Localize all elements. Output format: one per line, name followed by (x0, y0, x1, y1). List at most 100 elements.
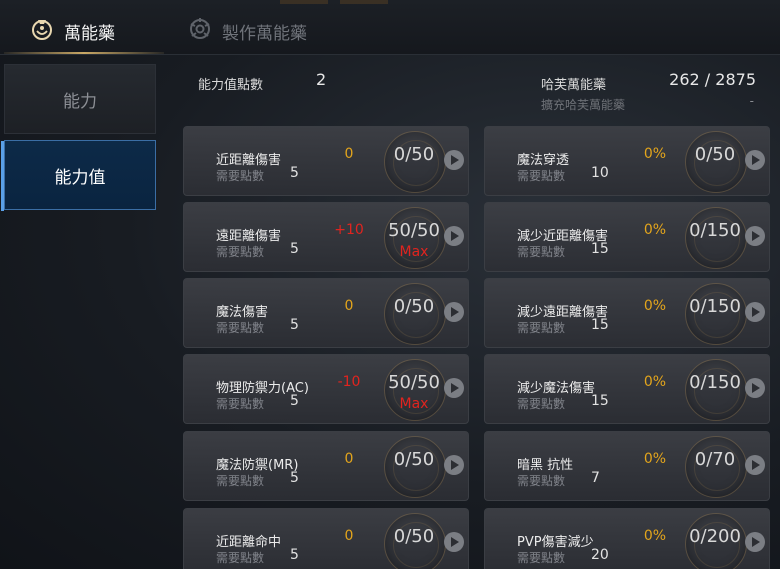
required-points-value: 7 (591, 470, 600, 486)
play-arrow-icon[interactable] (444, 302, 464, 322)
required-points-label: 需要點數 (216, 321, 265, 335)
play-arrow-icon[interactable] (745, 226, 765, 246)
play-arrow-icon[interactable] (444, 455, 464, 475)
stat-name: 減少魔法傷害 (517, 381, 596, 396)
stat-card-magic-damage[interactable]: 魔法傷害 需要點數 5 0 0/50 (183, 278, 469, 348)
stat-bonus: -10 (337, 374, 361, 390)
play-arrow-icon[interactable] (444, 532, 464, 552)
expand-elixir-label: 擴充哈芙萬能藥 (541, 98, 626, 112)
stat-bonus: 0% (643, 146, 667, 162)
sidebar-item-label: 能力值 (54, 167, 106, 188)
stat-bonus: 0 (344, 451, 354, 467)
required-points-value: 20 (591, 547, 609, 563)
top-decoration (280, 0, 328, 4)
stat-card-reduce-melee-damage[interactable]: 減少近距離傷害 需要點數 15 0% 0/150 (484, 202, 770, 272)
stat-level: 0/50 (393, 144, 435, 165)
required-points-value: 5 (290, 393, 299, 409)
max-badge: Max (399, 244, 429, 260)
play-arrow-icon[interactable] (444, 378, 464, 398)
stat-bonus: +10 (334, 222, 364, 238)
active-tab-indicator (4, 52, 164, 54)
tab-elixir[interactable]: 萬能藥 (28, 10, 115, 52)
stat-name: 遠距離傷害 (216, 229, 282, 244)
stat-card-melee-hit[interactable]: 近距離命中 需要點數 5 0 0/50 (183, 508, 469, 569)
required-points-label: 需要點數 (216, 551, 265, 565)
stat-name: 近距離傷害 (216, 153, 282, 168)
stat-bonus: 0% (643, 298, 667, 314)
sidebar: 能力 能力值 (0, 62, 160, 569)
sidebar-item-stat-values[interactable]: 能力值 (1, 140, 156, 211)
stat-level: 0/50 (393, 296, 435, 317)
play-arrow-icon[interactable] (745, 532, 765, 552)
stat-level: 0/50 (694, 144, 736, 165)
play-arrow-icon[interactable] (745, 378, 765, 398)
stat-card-ranged-damage[interactable]: 遠距離傷害 需要點數 5 +10 50/50 Max (183, 202, 469, 272)
stat-card-physical-defense[interactable]: 物理防禦力(AC) 需要點數 5 -10 50/50 Max (183, 354, 469, 424)
stat-card-reduce-ranged-damage[interactable]: 減少遠距離傷害 需要點數 15 0% 0/150 (484, 278, 770, 348)
crafting-gear-icon (186, 15, 214, 48)
required-points-value: 15 (591, 241, 609, 257)
elixir-label: 哈芙萬能藥 (541, 78, 607, 93)
elixir-value: 262 / 2875 (669, 70, 756, 89)
expand-elixir-value: - (749, 94, 754, 108)
stat-bonus: 0% (643, 222, 667, 238)
required-points-value: 15 (591, 393, 609, 409)
play-arrow-icon[interactable] (444, 150, 464, 170)
stat-name: 暗黑 抗性 (517, 458, 574, 473)
stat-card-dark-resistance[interactable]: 暗黑 抗性 需要點數 7 0% 0/70 (484, 431, 770, 501)
required-points-value: 5 (290, 241, 299, 257)
stat-level: 0/70 (694, 449, 736, 470)
tab-craft-elixir[interactable]: 製作萬能藥 (186, 10, 307, 52)
top-tab-bar: 萬能藥 製作萬能藥 (0, 0, 780, 55)
stat-level: 0/50 (393, 526, 435, 547)
tab-label: 製作萬能藥 (222, 23, 307, 44)
stat-bonus: 0% (643, 451, 667, 467)
required-points-value: 15 (591, 317, 609, 333)
required-points-label: 需要點數 (216, 474, 265, 488)
stat-level: 0/150 (689, 372, 741, 393)
elixir-flask-icon (28, 15, 56, 48)
required-points-label: 需要點數 (216, 169, 265, 183)
stat-level: 50/50 (388, 372, 440, 393)
stat-bonus: 0 (344, 528, 354, 544)
stat-level: 0/150 (689, 296, 741, 317)
stat-bonus: 0% (643, 528, 667, 544)
points-value: 2 (316, 70, 327, 89)
sidebar-item-ability[interactable]: 能力 (4, 64, 156, 134)
required-points-value: 5 (290, 165, 299, 181)
top-decoration (340, 0, 388, 4)
play-arrow-icon[interactable] (745, 302, 765, 322)
required-points-value: 10 (591, 165, 609, 181)
required-points-value: 5 (290, 317, 299, 333)
tab-label: 萬能藥 (64, 23, 115, 44)
stat-name: 近距離命中 (216, 535, 282, 550)
sidebar-item-label: 能力 (63, 91, 97, 112)
stat-card-magic-penetration[interactable]: 魔法穿透 需要點數 10 0% 0/50 (484, 126, 770, 196)
required-points-label: 需要點數 (517, 321, 566, 335)
stat-bonus: 0% (643, 374, 667, 390)
stat-name: 魔法傷害 (216, 305, 269, 320)
stat-name: 魔法防禦(MR) (216, 458, 299, 473)
stat-level: 0/200 (689, 526, 741, 547)
play-arrow-icon[interactable] (745, 150, 765, 170)
stat-card-melee-damage[interactable]: 近距離傷害 需要點數 5 0 0/50 (183, 126, 469, 196)
points-label: 能力值點數 (198, 78, 264, 93)
stat-bonus: 0 (344, 146, 354, 162)
stat-name: 魔法穿透 (517, 153, 570, 168)
stat-card-magic-defense[interactable]: 魔法防禦(MR) 需要點數 5 0 0/50 (183, 431, 469, 501)
required-points-label: 需要點數 (216, 397, 265, 411)
required-points-label: 需要點數 (517, 245, 566, 259)
stat-card-pvp-damage-reduction[interactable]: PVP傷害減少 需要點數 20 0% 0/200 (484, 508, 770, 569)
required-points-label: 需要點數 (517, 397, 566, 411)
stat-level: 0/50 (393, 449, 435, 470)
required-points-label: 需要點數 (517, 169, 566, 183)
play-arrow-icon[interactable] (745, 455, 765, 475)
required-points-label: 需要點數 (517, 551, 566, 565)
stat-card-reduce-magic-damage[interactable]: 減少魔法傷害 需要點數 15 0% 0/150 (484, 354, 770, 424)
required-points-label: 需要點數 (517, 474, 566, 488)
required-points-label: 需要點數 (216, 245, 265, 259)
required-points-value: 5 (290, 547, 299, 563)
stat-bonus: 0 (344, 298, 354, 314)
stat-name: PVP傷害減少 (517, 535, 594, 550)
play-arrow-icon[interactable] (444, 226, 464, 246)
